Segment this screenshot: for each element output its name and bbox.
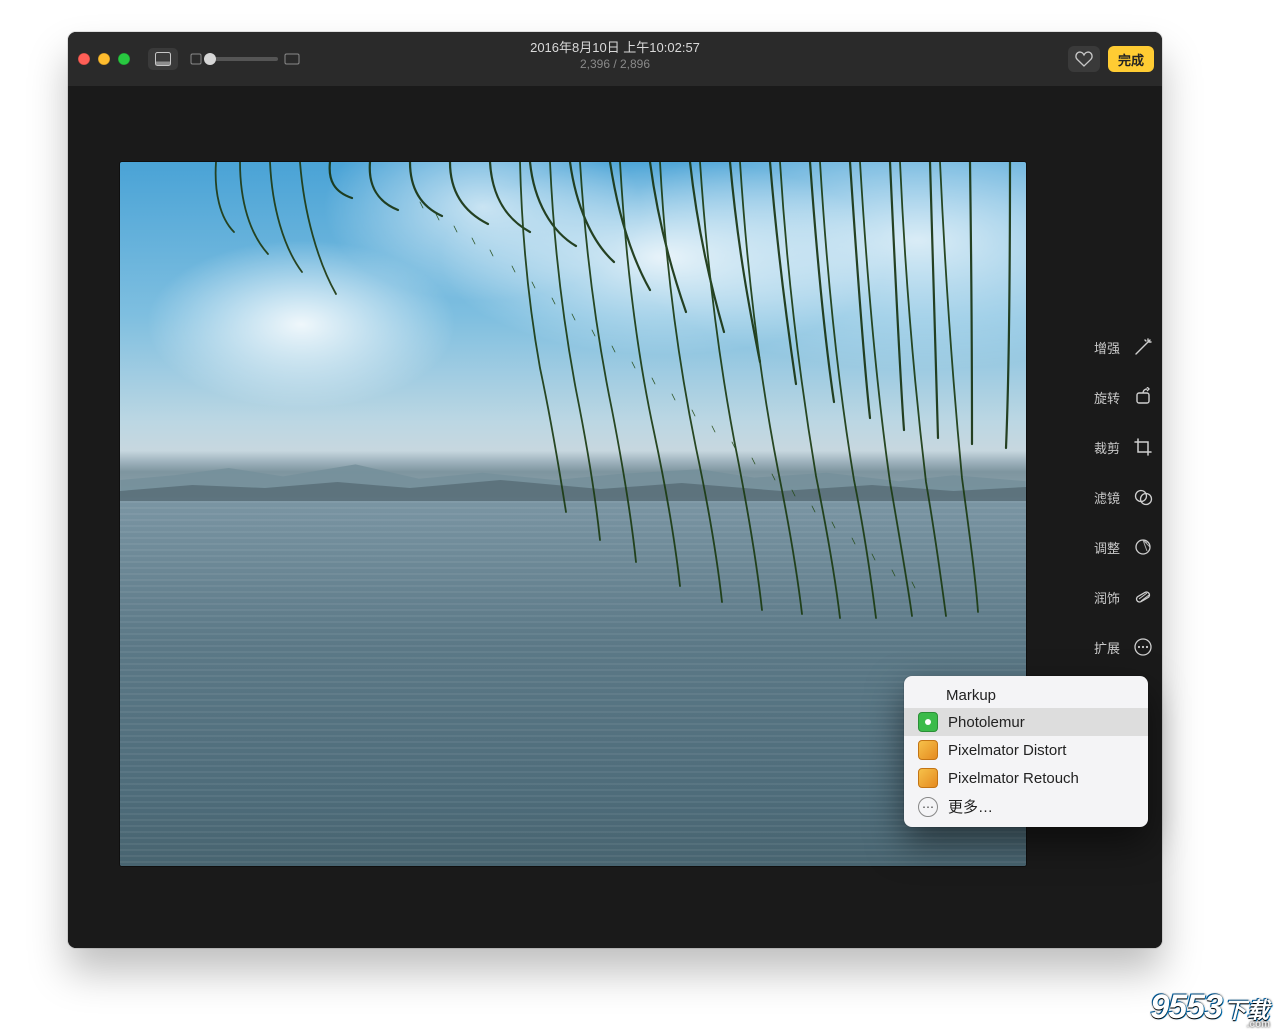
- menu-item-label: 更多…: [948, 796, 993, 817]
- minimize-window-button[interactable]: [98, 53, 110, 65]
- menu-item-label: Photolemur: [948, 714, 1025, 731]
- photo-counter: 2,396 / 2,896: [530, 56, 700, 72]
- tool-label: 滤镜: [1094, 488, 1120, 507]
- menu-item-label: Pixelmator Retouch: [948, 770, 1079, 787]
- photo[interactable]: [120, 162, 1026, 866]
- extensions-menu: Markup Photolemur Pixelmator Distort Pix…: [904, 676, 1148, 827]
- menu-item-markup[interactable]: Markup: [904, 682, 1148, 708]
- photo-water: [120, 501, 1026, 866]
- adjust-icon: [1132, 536, 1154, 558]
- menu-item-label: Markup: [946, 687, 996, 704]
- zoom-slider-knob[interactable]: [204, 53, 216, 65]
- tool-label: 润饰: [1094, 588, 1120, 607]
- wand-icon: [1132, 336, 1154, 358]
- menu-item-pixelmator-distort[interactable]: Pixelmator Distort: [904, 736, 1148, 764]
- menu-item-label: Pixelmator Distort: [948, 742, 1066, 759]
- menu-item-photolemur[interactable]: Photolemur: [904, 708, 1148, 736]
- tool-retouch[interactable]: 润饰: [1076, 586, 1156, 608]
- pixelmator-icon: [918, 740, 938, 760]
- tool-adjust[interactable]: 调整: [1076, 536, 1156, 558]
- zoom-slider-track[interactable]: [208, 57, 278, 61]
- filters-icon: [1132, 486, 1154, 508]
- watermark-brand-number: 9553: [1150, 988, 1222, 1026]
- heart-icon: [1075, 51, 1093, 67]
- tool-enhance[interactable]: 增强: [1076, 336, 1156, 358]
- retouch-icon: [1132, 586, 1154, 608]
- done-button-label: 完成: [1118, 50, 1144, 69]
- more-icon: ⋯: [918, 797, 938, 817]
- blank-icon: [918, 686, 936, 704]
- tool-label: 调整: [1094, 538, 1120, 557]
- done-button[interactable]: 完成: [1108, 46, 1154, 72]
- rotate-icon: [1132, 386, 1154, 408]
- content-area: 增强 旋转 裁剪: [68, 86, 1162, 948]
- app-window: 2016年8月10日 上午10:02:57 2,396 / 2,896 完成: [68, 32, 1162, 948]
- titlebar: 2016年8月10日 上午10:02:57 2,396 / 2,896 完成: [68, 32, 1162, 86]
- stage: 2016年8月10日 上午10:02:57 2,396 / 2,896 完成: [0, 0, 1276, 1032]
- window-title: 2016年8月10日 上午10:02:57: [530, 40, 700, 56]
- tool-label: 扩展: [1094, 638, 1120, 657]
- pixelmator-icon: [918, 768, 938, 788]
- menu-item-more[interactable]: ⋯ 更多…: [904, 792, 1148, 821]
- window-controls: [78, 53, 130, 65]
- tool-filters[interactable]: 滤镜: [1076, 486, 1156, 508]
- close-window-button[interactable]: [78, 53, 90, 65]
- crop-icon: [1132, 436, 1154, 458]
- photo-large-icon: [284, 53, 300, 65]
- zoom-slider[interactable]: [190, 53, 300, 65]
- thumbnail-strip-toggle[interactable]: [148, 48, 178, 70]
- ellipsis-icon: [1132, 636, 1154, 658]
- photo-sky: [120, 162, 1026, 442]
- site-watermark: 9553下载 .com: [1150, 990, 1270, 1030]
- menu-item-pixelmator-retouch[interactable]: Pixelmator Retouch: [904, 764, 1148, 792]
- tool-label: 增强: [1094, 338, 1120, 357]
- tool-rotate[interactable]: 旋转: [1076, 386, 1156, 408]
- favorite-button[interactable]: [1068, 46, 1100, 72]
- tool-label: 旋转: [1094, 388, 1120, 407]
- photo-small-icon: [190, 53, 202, 65]
- tool-crop[interactable]: 裁剪: [1076, 436, 1156, 458]
- title-center: 2016年8月10日 上午10:02:57 2,396 / 2,896: [530, 40, 700, 72]
- tool-extensions[interactable]: 扩展: [1076, 636, 1156, 658]
- zoom-window-button[interactable]: [118, 53, 130, 65]
- tool-label: 裁剪: [1094, 438, 1120, 457]
- photolemur-icon: [918, 712, 938, 732]
